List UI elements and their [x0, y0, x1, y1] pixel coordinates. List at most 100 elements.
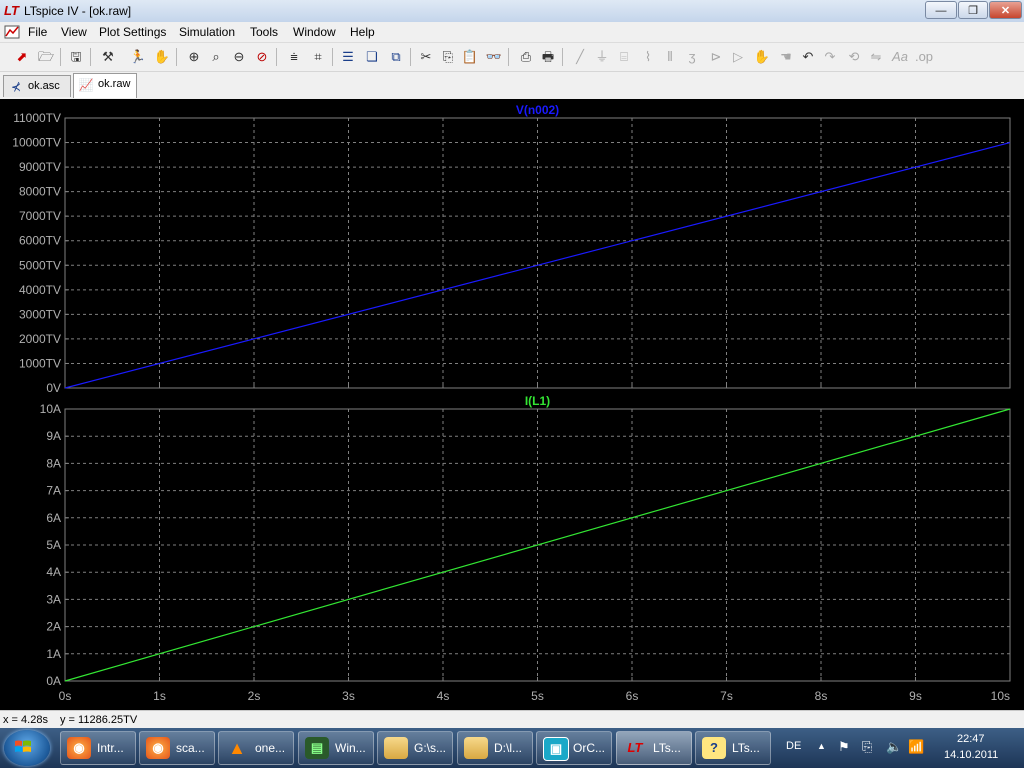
y-tick-label: 1000TV [19, 356, 61, 370]
component-icon[interactable]: ▷ [728, 47, 748, 67]
taskbar-item-folder-g[interactable]: G:\s... [377, 731, 453, 765]
show-hidden-icons-chevron-icon[interactable]: ▲ [817, 741, 826, 751]
save-icon[interactable]: 🖫 [66, 47, 86, 67]
x-tick-label: 3s [342, 689, 355, 703]
copy-icon[interactable]: ⎘ [438, 47, 458, 67]
spice-directive-icon[interactable]: .op [914, 47, 934, 67]
y-tick-label: 10000TV [12, 136, 61, 150]
rotate-icon[interactable]: ⟲ [844, 47, 864, 67]
monitor-icon: ▤ [305, 737, 329, 759]
y-tick-label: 5000TV [19, 258, 61, 272]
y-tick-label: 9000TV [19, 160, 61, 174]
print-setup-icon[interactable]: ⎙ [516, 47, 536, 67]
waveform-viewer[interactable]: 0V 1000TV 2000TV 3000TV 4000TV 5000TV 6000TV 70… [0, 99, 1024, 710]
menu-file[interactable]: File [26, 24, 49, 40]
zoom-pan-icon[interactable]: ⌕ [206, 47, 226, 67]
ground-icon[interactable]: ⏚ [592, 47, 612, 67]
waveform-icon: 📈 [78, 78, 94, 92]
run-icon[interactable]: 🏃 [128, 47, 148, 67]
undo-icon[interactable]: ↶ [798, 47, 818, 67]
close-window-icon[interactable]: ⧉ [386, 47, 406, 67]
wire-icon[interactable]: ╱ [570, 47, 590, 67]
paste-icon[interactable]: 📋 [460, 47, 480, 67]
zoom-in-icon[interactable]: ⊕ [184, 47, 204, 67]
waveform-plot[interactable]: 0V 1000TV 2000TV 3000TV 4000TV 5000TV 6000TV 70… [0, 99, 1024, 710]
taskbar-item-monitor[interactable]: ▤ Win... [298, 731, 374, 765]
y-tick-label: 2000TV [19, 332, 61, 346]
autorange-icon[interactable]: ⩧ [284, 47, 304, 67]
menu-bar: File View Plot Settings Simulation Tools… [0, 22, 1024, 62]
toolbar: ⬈ 🗁 🖫 ⚒ 🏃 ✋ ⊕ ⌕ ⊖ ⊘ ⩧ ⌗ ☰ ❏ ⧉ ✂ ⎘ 📋 👓 ⎙ … [0, 43, 1024, 72]
halt-hand-icon[interactable]: ✋ [152, 47, 172, 67]
folder-icon [384, 737, 408, 759]
mirror-icon[interactable]: ⇋ [866, 47, 886, 67]
menu-help[interactable]: Help [348, 24, 377, 40]
title-bar[interactable]: LT LTspice IV - [ok.raw] — ❐ ✕ [0, 0, 1024, 23]
x-tick-label: 4s [437, 689, 450, 703]
print-icon[interactable]: 🖶 [538, 47, 558, 67]
vlc-icon: ▲ [228, 738, 246, 758]
y-tick-label: 1A [46, 647, 61, 661]
zoom-cancel-icon[interactable]: ⊘ [252, 47, 272, 67]
input-language-indicator[interactable]: DE [786, 740, 801, 752]
tab-label: ok.raw [98, 78, 131, 90]
drag-hand-icon[interactable]: ☚ [776, 47, 796, 67]
action-center-flag-icon[interactable]: ⚑ [838, 739, 850, 755]
control-panel-hammer-icon[interactable]: ⚒ [98, 47, 118, 67]
folder-icon [464, 737, 488, 759]
taskbar-item-label: D:\l... [494, 741, 523, 755]
zoom-out-icon[interactable]: ⊖ [229, 47, 249, 67]
new-schematic-icon[interactable]: ⬈ [12, 47, 32, 67]
tab-ok-raw[interactable]: 📈 ok.raw [73, 73, 137, 98]
taskbar-item-vlc[interactable]: ▲ one... [218, 731, 294, 765]
menu-plot-settings[interactable]: Plot Settings [97, 24, 168, 40]
waveform-document-icon[interactable] [4, 24, 20, 40]
text-icon[interactable]: Aa [890, 47, 910, 67]
cascade-windows-icon[interactable]: ❏ [362, 47, 382, 67]
tile-horizontal-icon[interactable]: ☰ [338, 47, 358, 67]
inductor-icon[interactable]: ʒ [682, 47, 702, 67]
redo-icon[interactable]: ↷ [820, 47, 840, 67]
toolbar-separator [332, 48, 333, 66]
x-tick-label: 7s [720, 689, 733, 703]
cut-icon[interactable]: ✂ [416, 47, 436, 67]
menu-simulation[interactable]: Simulation [177, 24, 237, 40]
label-net-icon[interactable]: ⌸ [614, 47, 634, 67]
zoom-extents-icon[interactable]: ⌗ [308, 47, 328, 67]
find-binoculars-icon[interactable]: 👓 [484, 47, 504, 67]
y-tick-label: 2A [46, 620, 61, 634]
windows-logo-icon [15, 740, 31, 752]
minimize-button[interactable]: — [925, 1, 957, 19]
resistor-icon[interactable]: ⌇ [638, 47, 658, 67]
usb-device-icon[interactable]: ⎘ [862, 739, 872, 755]
clock-date[interactable]: 14.10.2011 [944, 749, 998, 761]
tab-ok-asc[interactable]: ⊀ ok.asc [3, 75, 71, 97]
x-tick-label: 2s [248, 689, 261, 703]
taskbar-item-orcad[interactable]: ▣ OrC... [536, 731, 612, 765]
taskbar-item-ltspice[interactable]: LT LTs... [616, 731, 692, 765]
trace-label[interactable]: V(n002) [516, 103, 559, 117]
menu-tools[interactable]: Tools [248, 24, 280, 40]
network-signal-icon[interactable]: 📶 [908, 739, 924, 755]
x-tick-label: 5s [531, 689, 544, 703]
maximize-button[interactable]: ❐ [958, 1, 988, 19]
taskbar-item-firefox-2[interactable]: ◉ sca... [139, 731, 215, 765]
taskbar-item-folder-d[interactable]: D:\l... [457, 731, 533, 765]
y-tick-label: 7A [46, 484, 61, 498]
diode-icon[interactable]: ⊳ [706, 47, 726, 67]
menu-window[interactable]: Window [291, 24, 338, 40]
close-button[interactable]: ✕ [989, 1, 1022, 19]
window-title: LTspice IV - [ok.raw] [24, 4, 132, 18]
menu-view[interactable]: View [59, 24, 89, 40]
y-tick-label: 6000TV [19, 234, 61, 248]
capacitor-icon[interactable]: ⫴ [660, 47, 680, 67]
open-folder-icon[interactable]: 🗁 [36, 47, 56, 67]
taskbar-item-ltspice-help[interactable]: ? LTs... [695, 731, 771, 765]
ltspice-app-icon[interactable]: LT [4, 3, 20, 19]
trace-label[interactable]: I(L1) [525, 394, 550, 408]
toolbar-separator [562, 48, 563, 66]
taskbar-item-firefox-1[interactable]: ◉ Intr... [60, 731, 136, 765]
clock-time[interactable]: 22:47 [957, 733, 985, 745]
move-hand-icon[interactable]: ✋ [752, 47, 772, 67]
volume-icon[interactable]: 🔈 [886, 739, 902, 755]
